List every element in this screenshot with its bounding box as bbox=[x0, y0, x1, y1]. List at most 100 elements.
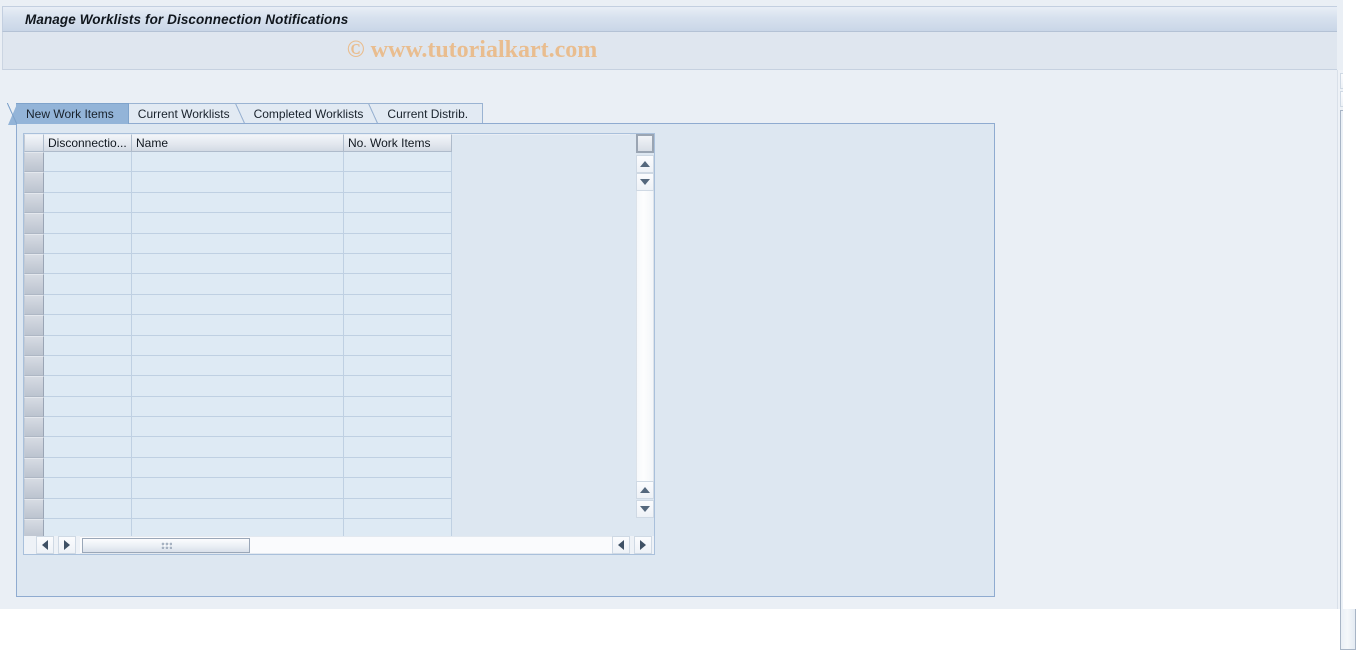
grid-select-all-corner[interactable] bbox=[24, 134, 44, 152]
table-cell[interactable] bbox=[344, 152, 452, 173]
table-row[interactable] bbox=[24, 355, 636, 377]
table-cell[interactable] bbox=[344, 437, 452, 458]
table-cell[interactable] bbox=[132, 213, 344, 234]
table-cell[interactable] bbox=[344, 335, 452, 356]
table-row[interactable] bbox=[24, 437, 636, 458]
table-row[interactable] bbox=[24, 457, 636, 479]
table-cell[interactable] bbox=[132, 478, 344, 499]
table-cell[interactable] bbox=[44, 355, 132, 377]
row-selector-cell[interactable] bbox=[24, 417, 44, 438]
row-selector-cell[interactable] bbox=[24, 396, 44, 418]
table-row[interactable] bbox=[24, 213, 636, 234]
table-row[interactable] bbox=[24, 417, 636, 438]
table-cell[interactable] bbox=[344, 417, 452, 438]
column-header-no-work-items[interactable]: No. Work Items bbox=[344, 134, 452, 152]
table-cell[interactable] bbox=[44, 192, 132, 214]
row-selector-cell[interactable] bbox=[24, 274, 44, 295]
row-selector-cell[interactable] bbox=[24, 253, 44, 275]
table-cell[interactable] bbox=[344, 233, 452, 254]
table-cell[interactable] bbox=[44, 498, 132, 520]
column-header-name[interactable]: Name bbox=[132, 134, 344, 152]
table-cell[interactable] bbox=[44, 396, 132, 418]
table-cell[interactable] bbox=[44, 417, 132, 438]
table-cell[interactable] bbox=[132, 172, 344, 193]
table-row[interactable] bbox=[24, 376, 636, 397]
table-cell[interactable] bbox=[44, 172, 132, 193]
row-selector-cell[interactable] bbox=[24, 294, 44, 316]
table-row[interactable] bbox=[24, 315, 636, 336]
grid-horizontal-scroll-track[interactable] bbox=[80, 536, 612, 554]
row-selector-cell[interactable] bbox=[24, 233, 44, 254]
table-cell[interactable] bbox=[132, 274, 344, 295]
grid-vertical-scroll-track[interactable] bbox=[636, 191, 654, 481]
tab-current-worklists[interactable]: Current Worklists bbox=[118, 103, 245, 125]
table-row[interactable] bbox=[24, 192, 636, 214]
grid-horizontal-scroll-thumb[interactable] bbox=[82, 538, 250, 553]
table-cell[interactable] bbox=[132, 498, 344, 520]
row-selector-cell[interactable] bbox=[24, 152, 44, 173]
row-selector-cell[interactable] bbox=[24, 192, 44, 214]
table-cell[interactable] bbox=[44, 213, 132, 234]
table-cell[interactable] bbox=[132, 376, 344, 397]
column-header-disconnection[interactable]: Disconnectio... bbox=[44, 134, 132, 152]
table-cell[interactable] bbox=[44, 335, 132, 356]
table-cell[interactable] bbox=[44, 376, 132, 397]
table-cell[interactable] bbox=[44, 294, 132, 316]
table-cell[interactable] bbox=[344, 396, 452, 418]
row-selector-cell[interactable] bbox=[24, 457, 44, 479]
table-cell[interactable] bbox=[44, 478, 132, 499]
table-cell[interactable] bbox=[344, 315, 452, 336]
tab-completed-worklists[interactable]: Completed Worklists bbox=[234, 103, 379, 125]
grid-scroll-right-button-end[interactable] bbox=[634, 536, 652, 554]
grid-scroll-up-button[interactable] bbox=[636, 155, 654, 173]
tab-new-work-items[interactable]: New Work Items bbox=[7, 103, 129, 125]
table-row[interactable] bbox=[24, 396, 636, 418]
row-selector-cell[interactable] bbox=[24, 213, 44, 234]
row-selector-cell[interactable] bbox=[24, 315, 44, 336]
table-row[interactable] bbox=[24, 152, 636, 173]
table-cell[interactable] bbox=[132, 294, 344, 316]
table-cell[interactable] bbox=[44, 437, 132, 458]
grid-scroll-left-button[interactable] bbox=[36, 536, 54, 554]
table-cell[interactable] bbox=[344, 253, 452, 275]
table-cell[interactable] bbox=[132, 457, 344, 479]
table-cell[interactable] bbox=[44, 274, 132, 295]
grid-scroll-up-button-bottom[interactable] bbox=[636, 481, 654, 499]
table-cell[interactable] bbox=[344, 274, 452, 295]
table-row[interactable] bbox=[24, 233, 636, 254]
table-cell[interactable] bbox=[344, 478, 452, 499]
table-cell[interactable] bbox=[132, 437, 344, 458]
grid-vertical-scrollbar[interactable] bbox=[636, 134, 654, 538]
table-cell[interactable] bbox=[44, 457, 132, 479]
table-row[interactable] bbox=[24, 478, 636, 499]
row-selector-cell[interactable] bbox=[24, 478, 44, 499]
table-cell[interactable] bbox=[132, 233, 344, 254]
grid-settings-button[interactable] bbox=[636, 134, 654, 153]
table-cell[interactable] bbox=[344, 294, 452, 316]
table-row[interactable] bbox=[24, 253, 636, 275]
table-row[interactable] bbox=[24, 172, 636, 193]
row-selector-cell[interactable] bbox=[24, 172, 44, 193]
grid-horizontal-scrollbar[interactable] bbox=[24, 536, 654, 554]
table-row[interactable] bbox=[24, 335, 636, 356]
grid-scroll-left-button-end[interactable] bbox=[612, 536, 630, 554]
table-cell[interactable] bbox=[344, 213, 452, 234]
table-cell[interactable] bbox=[344, 355, 452, 377]
table-cell[interactable] bbox=[344, 457, 452, 479]
table-cell[interactable] bbox=[344, 192, 452, 214]
row-selector-cell[interactable] bbox=[24, 355, 44, 377]
row-selector-cell[interactable] bbox=[24, 437, 44, 458]
tab-current-distrib[interactable]: Current Distrib. bbox=[368, 103, 484, 125]
table-cell[interactable] bbox=[344, 498, 452, 520]
table-cell[interactable] bbox=[344, 172, 452, 193]
table-cell[interactable] bbox=[132, 417, 344, 438]
table-cell[interactable] bbox=[132, 192, 344, 214]
row-selector-cell[interactable] bbox=[24, 335, 44, 356]
table-cell[interactable] bbox=[44, 253, 132, 275]
table-cell[interactable] bbox=[44, 315, 132, 336]
table-row[interactable] bbox=[24, 498, 636, 520]
table-row[interactable] bbox=[24, 294, 636, 316]
table-cell[interactable] bbox=[132, 335, 344, 356]
table-cell[interactable] bbox=[44, 233, 132, 254]
table-row[interactable] bbox=[24, 274, 636, 295]
